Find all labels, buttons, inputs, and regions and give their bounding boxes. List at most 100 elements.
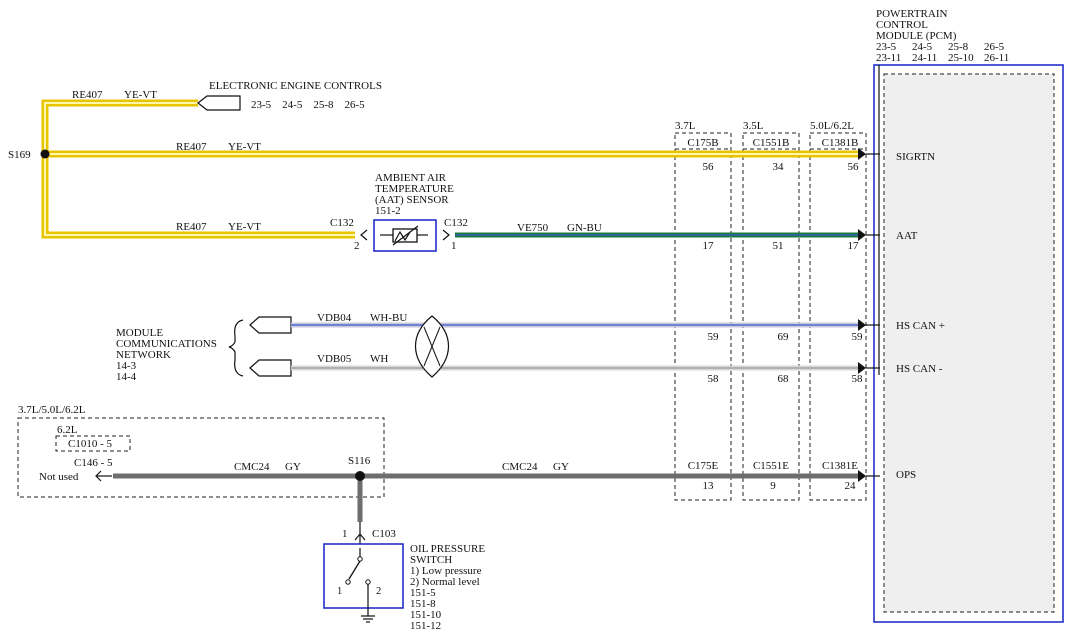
ve750-circuit: VE750 (517, 222, 549, 234)
can-plus-arrow-icon (858, 319, 866, 331)
can-network: MODULE COMMUNICATIONS NETWORK 14-3 14-4 … (116, 312, 880, 383)
pcm-ref-8: 26-11 (984, 52, 1009, 64)
vdb04-color: WH-BU (370, 312, 407, 324)
variant-37-connector-top: C175B (687, 137, 718, 149)
switch-pivot (357, 556, 363, 562)
cmc24-left-circuit: CMC24 (234, 461, 270, 473)
variant-35-column: 3.5L C1551B 34 51 69 68 C1551E 9 (742, 120, 800, 501)
variant-37-pin-aat: 17 (703, 240, 715, 252)
cmc24-right-circuit: CMC24 (502, 461, 538, 473)
variant-35-pin-aat: 51 (773, 240, 784, 252)
aat-arrow-icon (858, 229, 866, 241)
variant-35-pin-can-plus: 69 (778, 331, 790, 343)
variant-50-outline (809, 132, 867, 501)
variant-50-pin-can-plus: 59 (852, 331, 864, 343)
switch-contact-1 (345, 579, 351, 585)
ve750-wire: VE750 GN-BU (455, 222, 880, 241)
eec-connector-symbol (197, 95, 241, 111)
variant-50-column: 5.0L/6.2L C1381B 56 17 59 58 C1381E 24 (809, 120, 867, 501)
switch-blade-icon (348, 560, 361, 580)
pcm-ref-5: 23-11 (876, 52, 901, 64)
splice-s169-label: S169 (8, 149, 31, 161)
variant-35-connector-bottom: C1551E (753, 460, 789, 472)
variant-37-outline (674, 132, 732, 501)
aat-pin1-chevron-icon (442, 229, 450, 241)
vdb05-circuit: VDB05 (317, 353, 352, 365)
variant-37-pin-can-minus: 58 (708, 373, 720, 385)
aat-pin-right: 1 (451, 240, 457, 252)
switch-pin-a: 1 (337, 586, 342, 597)
aat-pin2-chevron-icon (360, 229, 368, 241)
variant-50-pin-ops: 24 (845, 480, 857, 492)
wiring-diagram: POWERTRAIN CONTROL MODULE (PCM) 23-5 24-… (8, 8, 1064, 632)
cmc24-right-color: GY (553, 461, 569, 473)
variant-37-connector-bottom: C175E (688, 460, 719, 472)
splice-s116-label: S116 (348, 455, 371, 467)
re407-bottom-color: YE-VT (228, 221, 261, 233)
ops-not-used: Not used (39, 471, 79, 483)
ops-sub-variant-label: 6.2L (57, 424, 78, 436)
aat-pin-left: 2 (354, 240, 360, 252)
variant-35-pin-ops: 9 (770, 480, 776, 492)
pcm-module: POWERTRAIN CONTROL MODULE (PCM) 23-5 24-… (873, 8, 1064, 623)
variant-50-connector-top: C1381B (822, 137, 859, 149)
variant-37-pin-sigrtn: 56 (703, 161, 715, 173)
re407-bottom-circuit: RE407 (176, 221, 207, 233)
re407-branch-outline (41, 99, 355, 239)
variant-37-pin-ops: 13 (703, 480, 715, 492)
re407-mid-color: YE-VT (228, 141, 261, 153)
variant-50-connector-bottom: C1381E (822, 460, 858, 472)
variant-37-column: 3.7L C175B 56 17 59 58 C175E 13 (674, 120, 732, 501)
pcm-ref-6: 24-11 (912, 52, 937, 64)
network-title-line-5: 14-4 (116, 371, 137, 383)
ops-arrow-icon (858, 470, 866, 482)
re407-top-circuit: RE407 (72, 89, 103, 101)
ops-variant-label: 3.7L/5.0L/6.2L (18, 404, 86, 416)
pin-label-hs-can-minus: HS CAN - (896, 363, 943, 375)
pin-label-aat: AAT (896, 230, 918, 242)
variant-50-pin-aat: 17 (848, 240, 860, 252)
variant-50-pin-can-minus: 58 (852, 373, 864, 385)
can-minus-connector-symbol (249, 359, 292, 377)
vdb05-color: WH (370, 353, 388, 365)
variant-35-pin-sigrtn: 34 (773, 161, 785, 173)
aat-connector-left: C132 (330, 217, 354, 229)
eec-refs: 23-5 24-5 25-8 26-5 (251, 99, 365, 111)
cmc24-left-color: GY (285, 461, 301, 473)
variant-50-pin-sigrtn: 56 (848, 161, 860, 173)
variant-35-connector-top: C1551B (753, 137, 790, 149)
vdb04-circuit: VDB04 (317, 312, 352, 324)
eec-title: ELECTRONIC ENGINE CONTROLS (209, 80, 382, 92)
c103-connector: C103 (372, 528, 396, 540)
ops-circuit: 3.7L/5.0L/6.2L 6.2L C1010 - 5 C146 - 5 N… (17, 404, 880, 522)
pin-label-ops: OPS (896, 469, 916, 481)
aat-sensor: AMBIENT AIR TEMPERATURE (AAT) SENSOR 151… (330, 172, 468, 252)
can-plus-connector-symbol (249, 316, 292, 334)
ops-sub-connector: C1010 - 5 (68, 438, 113, 450)
variant-35-pin-can-minus: 68 (778, 373, 790, 385)
ops-connector: C146 - 5 (74, 457, 113, 469)
ve750-color: GN-BU (567, 222, 602, 234)
variant-50-label: 5.0L/6.2L (810, 120, 854, 132)
pin-label-hs-can-plus: HS CAN + (896, 320, 945, 332)
pcm-ref-7: 25-10 (948, 52, 974, 64)
switch-contact-2 (365, 579, 371, 585)
aat-connector-right: C132 (444, 217, 468, 229)
variant-35-label: 3.5L (743, 120, 764, 132)
variant-37-pin-can-plus: 59 (708, 331, 720, 343)
pin-label-sigrtn: SIGRTN (896, 151, 935, 163)
re407-mid-circuit: RE407 (176, 141, 207, 153)
re407-top-color: YE-VT (124, 89, 157, 101)
oil-title-line-8: 151-12 (410, 620, 441, 632)
variant-35-outline (742, 132, 800, 501)
c103-pin: 1 (342, 528, 348, 540)
re407-branch-core (44, 102, 355, 236)
re407-harness: S169 RE407 YE-VT RE407 YE-VT RE407 YE-VT… (8, 80, 880, 239)
aat-title-line-4: 151-2 (375, 205, 401, 217)
splice-s116-dot (355, 471, 365, 481)
sigrtn-arrow-icon (858, 148, 866, 160)
switch-pin-b: 2 (376, 586, 381, 597)
splice-s169-dot (40, 149, 50, 159)
variant-37-label: 3.7L (675, 120, 696, 132)
network-brace (228, 319, 244, 377)
